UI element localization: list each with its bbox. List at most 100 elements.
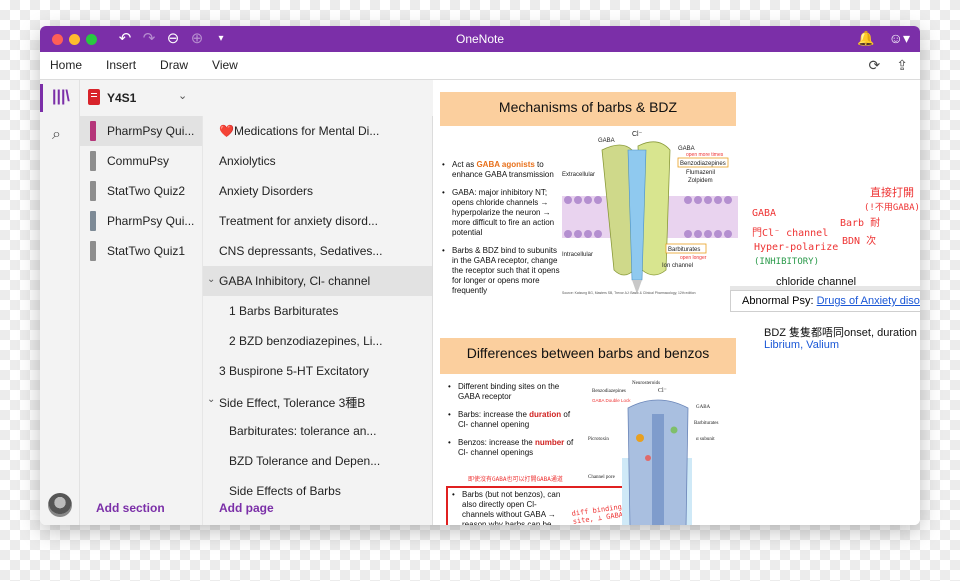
handwriting-inhibitory: (INHIBITORY) <box>754 257 820 267</box>
handwriting-bdn: BDN 次 <box>842 236 877 247</box>
chevron-down-icon: ⌄ <box>178 90 188 102</box>
note-abnormal-psy: Abnormal Psy: Drugs of Anxiety disorder <box>730 290 920 312</box>
diagram1-label-benzodiazepines: Benzodiazepines <box>680 161 726 167</box>
section-item[interactable]: StatTwo Quiz1 <box>80 236 202 266</box>
ribbon-right-actions: ⟳ ⇪ <box>869 57 908 74</box>
page-label: 2 BZD benzodiazepines, Li... <box>229 334 383 348</box>
page-item[interactable]: ⌄ Side Effect, Tolerance 3種B <box>203 386 432 416</box>
page-item[interactable]: Treatment for anxiety disord... <box>203 206 432 236</box>
diagram1-label-extracellular: Extracellular <box>562 172 595 178</box>
diagram1-label-cl: Cl⁻ <box>632 131 643 138</box>
slide2-bullet: Barbs: increase the duration of Cl- chan… <box>448 410 580 430</box>
menu-view[interactable]: View <box>212 58 238 72</box>
avatar[interactable] <box>48 493 72 517</box>
slide2-title: Differences between barbs and benzos <box>440 338 736 374</box>
page-label: CNS depressants, Sedatives... <box>219 244 383 258</box>
slide1-bullet: GABA: major inhibitory NT; opens chlorid… <box>442 188 564 238</box>
page-item[interactable]: ❤️Medications for Mental Di... <box>203 116 432 146</box>
link-drugs-of-anxiety[interactable]: Drugs of Anxiety disorder <box>817 295 920 307</box>
add-page-button[interactable]: Add page <box>219 501 274 515</box>
add-section-button[interactable]: Add section <box>96 501 165 515</box>
pages-list: ❤️Medications for Mental Di... Anxiolyti… <box>202 116 433 525</box>
diagram2-label-cl: Cl⁻ <box>658 388 667 394</box>
diagram2-label-picrotoxin: Picrotoxin <box>588 437 609 442</box>
page-label: 3 Buspirone 5-HT Excitatory <box>219 364 369 378</box>
feedback-smiley-icon[interactable]: ☺▾ <box>889 30 910 47</box>
diagram2-label-channel-pore: Channel pore <box>588 475 616 480</box>
slide2-bullet: Different binding sites on the GABA rece… <box>448 382 580 402</box>
menu-tabs: Home Insert Draw View <box>50 58 238 72</box>
page-label: Side Effect, Tolerance 3種B <box>219 396 366 410</box>
slide1-bullets: Act as GABA agonists to enhance GABA tra… <box>442 160 564 304</box>
diagram2-hand-double-lock: GABA Double Lock <box>592 398 631 403</box>
page-item-active[interactable]: ⌄ GABA Inhibitory, Cl- channel <box>203 266 432 296</box>
page-label: BZD Tolerance and Depen... <box>229 454 381 468</box>
diagram2-bzd-site <box>636 434 644 442</box>
subpage-item[interactable]: 2 BZD benzodiazepines, Li... <box>203 326 432 356</box>
note-librium: Librium, Valium <box>764 339 839 351</box>
diagram1-label-intracellular: Intracellular <box>562 252 593 258</box>
diagram1-label-flumazenil: Flumazenil <box>686 170 715 176</box>
slide1-bullet: Act as GABA agonists to enhance GABA tra… <box>442 160 564 180</box>
diagram1-hand-open-more: open more times <box>686 152 724 158</box>
menu-home[interactable]: Home <box>50 58 82 72</box>
diagram1-label-gaba: GABA <box>598 138 615 144</box>
search-icon[interactable]: ⌕ <box>52 126 61 144</box>
gaba-receptor-diagram-1: GABA Cl⁻ GABA open more times Extracellu… <box>562 131 738 295</box>
section-label: PharmPsy Qui... <box>107 214 195 228</box>
diagram2-label-benzodiazepines: Benzodiazepines <box>592 389 626 394</box>
onenote-window: ↶ ↷ ⊖ ⊕ ▾ OneNote 🔔 ☺▾ Home Insert Draw … <box>40 26 920 525</box>
page-label: Treatment for anxiety disord... <box>219 214 378 228</box>
notebook-name: Y4S1 <box>107 91 137 105</box>
slide1-title: Mechanisms of barbs & BDZ <box>440 92 736 126</box>
sync-icon[interactable]: ⟳ <box>869 57 881 74</box>
diagram2-label-gaba: GABA <box>696 405 711 410</box>
handwriting-gaba: GABA <box>752 208 777 219</box>
chevron-down-icon[interactable]: ⌄ <box>207 274 215 285</box>
page-label: 1 Barbs Barbiturates <box>229 304 339 318</box>
handwriting-channel: 門Cl⁻ channel <box>752 228 829 239</box>
notification-bell-icon[interactable]: 🔔 <box>857 30 874 47</box>
notebooks-button[interactable]: |||\ <box>40 80 80 116</box>
chevron-down-icon[interactable]: ⌄ <box>207 394 215 405</box>
page-item[interactable]: Anxiety Disorders <box>203 176 432 206</box>
title-bar-right: 🔔 ☺▾ <box>857 30 910 47</box>
slide2-hand-under: 即使沒有GABA也可以打開GABA通道 <box>468 476 563 483</box>
library-icon: |||\ <box>52 88 70 105</box>
diagram1-source: Source: Katzung BG, Masters SB, Trevor A… <box>562 291 696 295</box>
menu-insert[interactable]: Insert <box>106 58 136 72</box>
menu-draw[interactable]: Draw <box>160 58 188 72</box>
note-bdz-onset: BDZ 隻隻都唔同onset, duration <box>764 327 917 339</box>
share-icon[interactable]: ⇪ <box>896 57 908 74</box>
handwriting-title2: (!不用GABA) <box>864 203 920 213</box>
handwriting-hyper: Hyper-polarize <box>754 242 839 253</box>
section-item[interactable]: PharmPsy Qui... <box>80 206 202 236</box>
handwriting-title1: 直接打開 <box>870 186 914 199</box>
title-bar: ↶ ↷ ⊖ ⊕ ▾ OneNote 🔔 ☺▾ <box>40 26 920 52</box>
page-label: Anxiety Disorders <box>219 184 314 198</box>
section-tab-icon <box>90 121 96 141</box>
page-item[interactable]: 3 Buspirone 5-HT Excitatory <box>203 356 432 386</box>
slide2-bullet: Benzos: increase the number of Cl- chann… <box>448 438 580 458</box>
page-label: GABA Inhibitory, Cl- channel <box>219 274 371 288</box>
section-item[interactable]: PharmPsy Qui... <box>80 116 202 146</box>
section-item[interactable]: CommuPsy <box>80 146 202 176</box>
section-tab-icon <box>90 151 96 171</box>
subpage-item[interactable]: Barbiturates: tolerance an... <box>203 416 432 446</box>
subpage-item[interactable]: BZD Tolerance and Depen... <box>203 446 432 476</box>
page-canvas[interactable]: Mechanisms of barbs & BDZ Act as GABA ag… <box>434 80 920 525</box>
navigation-rail: |||\ ⌕ <box>40 80 80 525</box>
page-label: Side Effects of Barbs <box>229 484 341 498</box>
section-label: StatTwo Quiz2 <box>107 184 186 198</box>
notebook-selector[interactable]: Y4S1 ⌄ <box>80 80 433 116</box>
section-item[interactable]: StatTwo Quiz2 <box>80 176 202 206</box>
handwriting-barb: Barb 耐 <box>840 218 881 229</box>
page-item[interactable]: Anxiolytics <box>203 146 432 176</box>
note-abnormal-prefix: Abnormal Psy: <box>742 295 817 307</box>
section-label: PharmPsy Qui... <box>107 124 195 138</box>
page-item[interactable]: CNS depressants, Sedatives... <box>203 236 432 266</box>
section-tab-icon <box>90 241 96 261</box>
diagram2-barb-site <box>645 455 651 461</box>
section-tab-icon <box>90 211 96 231</box>
subpage-item[interactable]: 1 Barbs Barbiturates <box>203 296 432 326</box>
